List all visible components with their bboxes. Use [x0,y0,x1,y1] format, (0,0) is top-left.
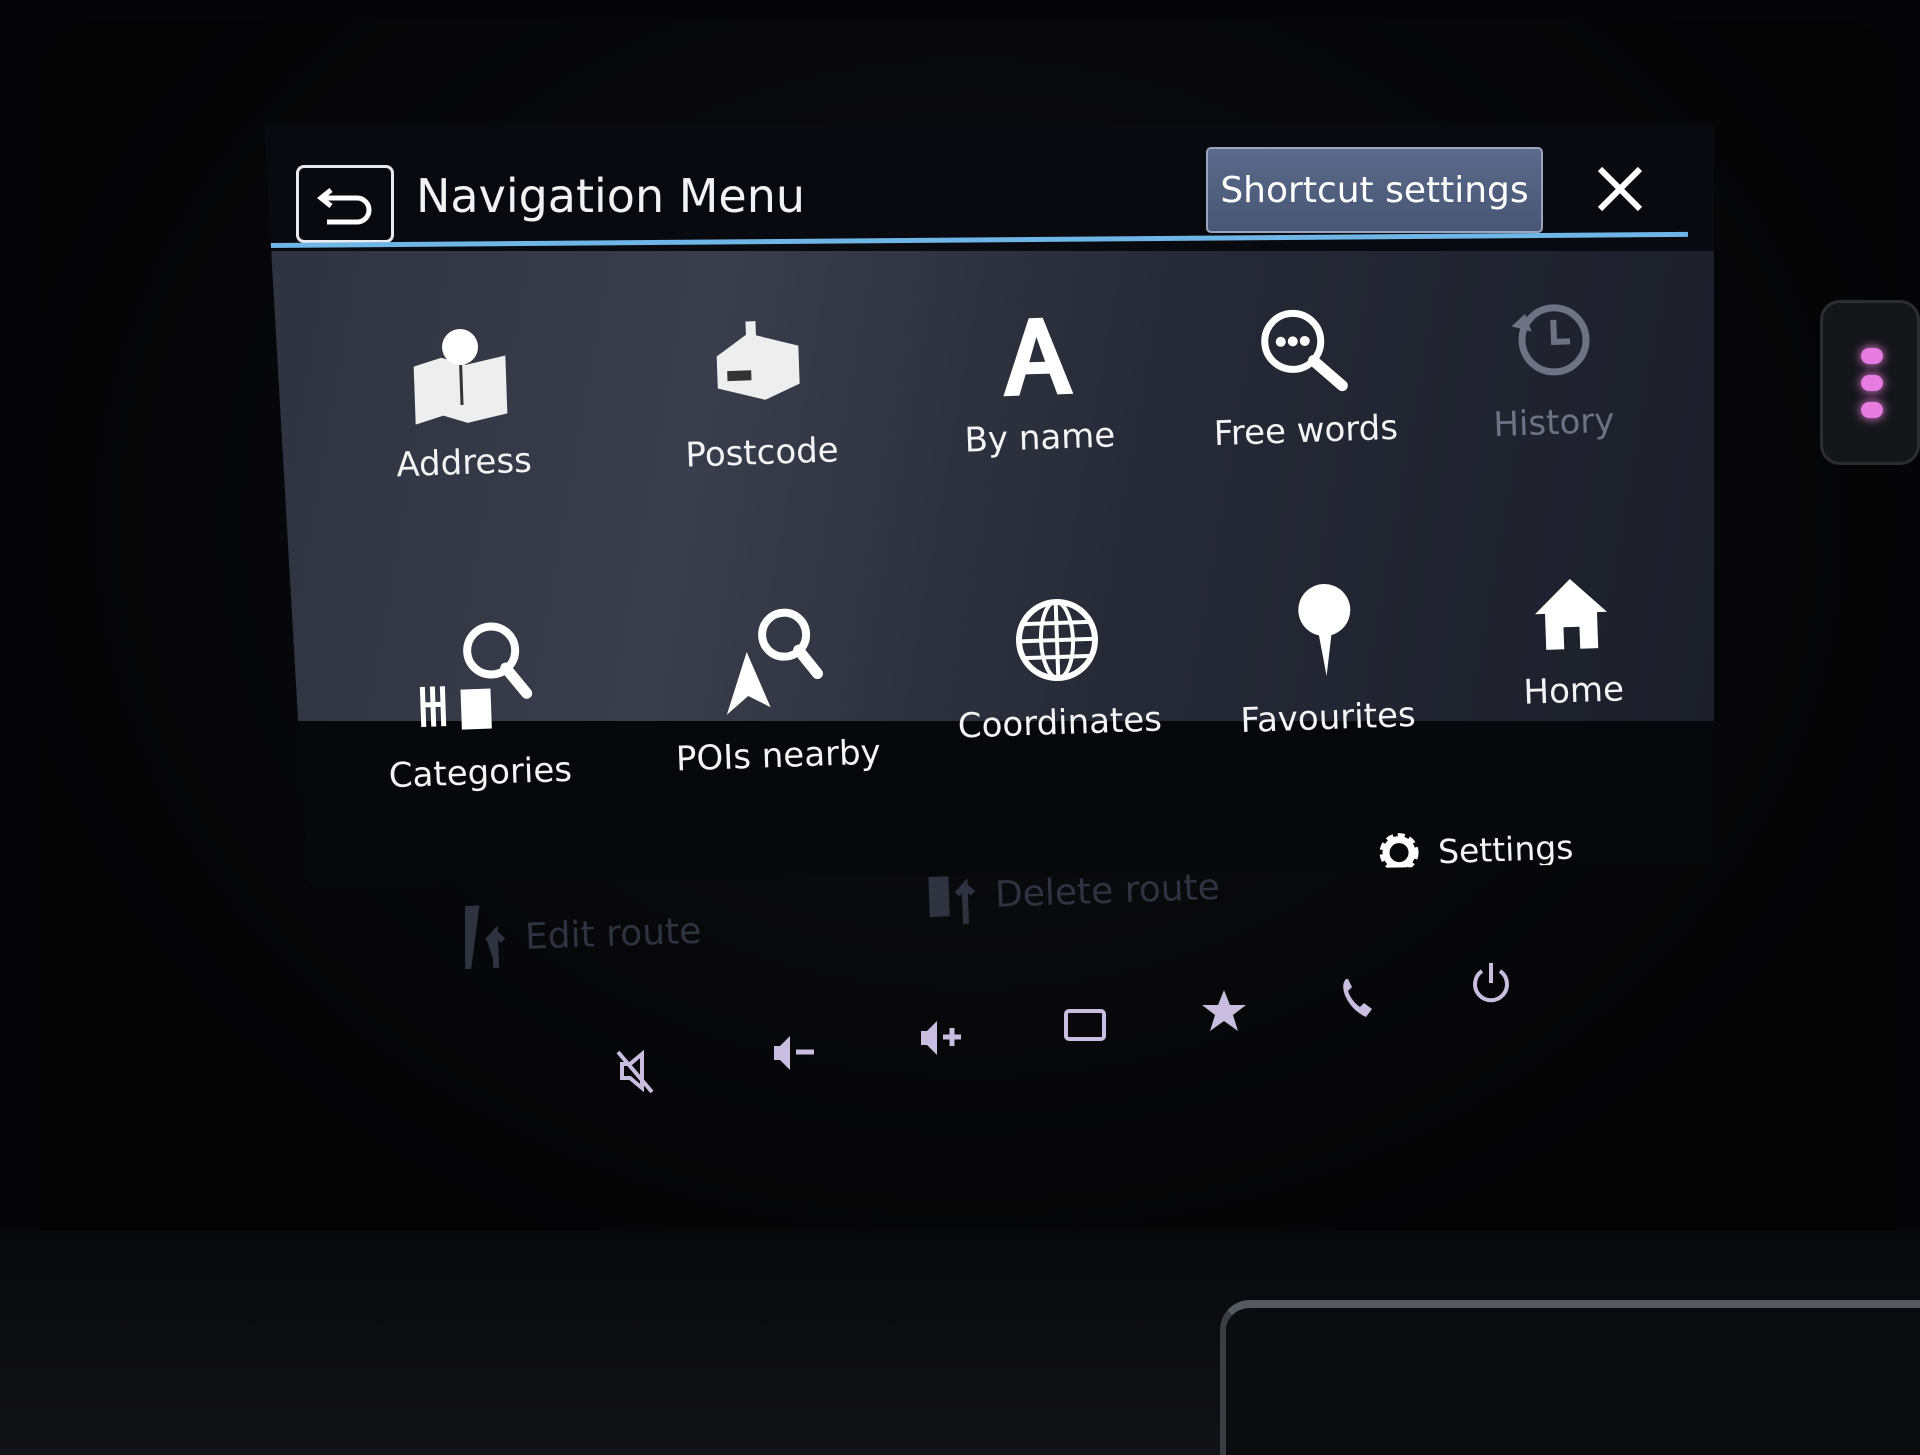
menu-item-label: Free words [1213,407,1399,455]
edit-route-icon [465,905,506,970]
close-icon[interactable] [1590,159,1650,219]
back-button[interactable] [296,165,394,243]
menu-item-home[interactable]: Home [1440,569,1705,716]
volume-down-icon[interactable] [768,1028,818,1078]
menu-item-favourites[interactable]: Favourites [1193,576,1458,743]
menu-item-label: Coordinates [957,699,1163,747]
air-vent [1220,1300,1920,1455]
letter-a-icon [1003,317,1074,397]
header-divider [267,231,1688,248]
menu-item-label: POIs nearby [675,732,882,780]
menu-item-address[interactable]: Address [329,321,594,488]
phone-icon[interactable] [1332,973,1382,1023]
menu-item-postcode[interactable]: Postcode [627,311,892,478]
edit-route-label: Edit route [524,910,702,958]
categories-search-icon [419,622,533,730]
nav-screen: Navigation Menu Shortcut settings Addres… [264,125,1714,885]
side-button[interactable] [1820,300,1920,465]
back-arrow-icon [316,188,372,225]
menu-item-coordinates[interactable]: Coordinates [925,591,1190,748]
delete-route-button: Delete route [924,857,1221,927]
edit-route-button: Edit route [454,896,703,975]
mute-icon[interactable] [612,1046,662,1096]
power-icon[interactable] [1466,959,1516,1009]
history-icon [1511,304,1590,376]
screen-icon[interactable] [1060,999,1110,1049]
star-icon[interactable] [1199,986,1249,1036]
menu-item-categories[interactable]: Categories [345,611,611,798]
menu-item-by-name[interactable]: By name [905,306,1170,463]
search-dots-icon [1261,309,1348,392]
pin-icon [1298,584,1351,676]
menu-item-pois-nearby[interactable]: POIs nearby [643,599,909,781]
volume-up-icon[interactable] [915,1013,965,1063]
header: Navigation Menu Shortcut settings [264,125,1714,251]
menu-item-label: Address [395,440,533,486]
menu-item-label: Postcode [684,430,840,476]
indicator-led [1861,402,1883,418]
globe-icon [1015,599,1098,682]
shortcut-settings-button[interactable]: Shortcut settings [1206,147,1543,233]
delete-route-icon [928,876,976,924]
menu-item-label: Favourites [1239,694,1417,742]
settings-label: Settings [1437,827,1574,871]
home-icon [1535,579,1607,650]
page-title: Navigation Menu [416,169,806,223]
delete-route-label: Delete route [994,866,1221,916]
menu-item-label: Categories [388,749,573,797]
menu-item-free-words[interactable]: Free words [1171,299,1436,456]
menu-item-label: Home [1522,669,1625,713]
poi-nearby-icon [726,608,823,715]
indicator-led [1861,348,1883,364]
mailbox-icon [716,321,800,400]
menu-item-label: History [1492,400,1616,446]
map-pin-icon [413,329,508,425]
menu-item-history[interactable]: History [1419,291,1684,448]
indicator-led [1861,375,1883,391]
menu-item-label: By name [963,415,1116,461]
